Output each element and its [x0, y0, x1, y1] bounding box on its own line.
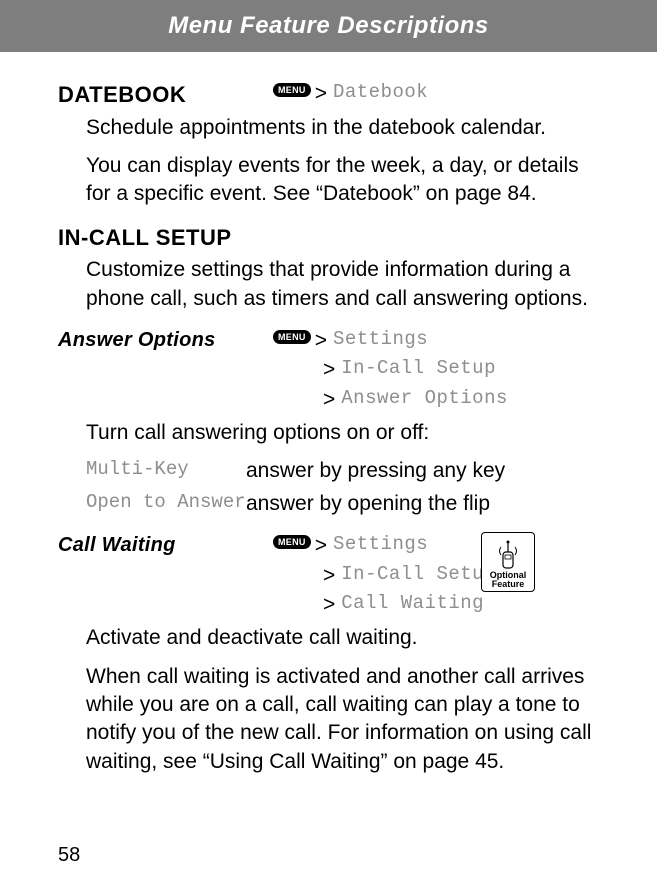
incall-section: In-Call Setup Customize settings that pr… [58, 223, 599, 313]
badge-line2: Feature [492, 580, 525, 589]
answer-option-row: Open to Answer answer by opening the fli… [86, 490, 599, 518]
option-desc: answer by opening the flip [246, 490, 490, 518]
breadcrumb-item: In-Call Setup [341, 562, 496, 588]
breadcrumb-item: In-Call Setup [341, 356, 496, 382]
header-bar: Menu Feature Descriptions [0, 0, 657, 52]
breadcrumb-item: Call Waiting [341, 591, 484, 617]
datebook-breadcrumb: MENU > Datebook [273, 80, 428, 109]
answer-section: Answer Options MENU > Settings > In-Call… [58, 327, 599, 518]
optional-feature-badge: Optional Feature [481, 532, 535, 592]
datebook-head: Datebook MENU > Datebook [58, 80, 599, 110]
answer-head: Answer Options MENU > Settings > In-Call… [58, 327, 599, 415]
breadcrumb-item: Settings [333, 327, 428, 353]
answer-option-row: Multi-Key answer by pressing any key [86, 457, 599, 485]
callwaiting-breadcrumb: MENU > Settings > In-Call Setup > Call W… [273, 532, 496, 620]
incall-p1: Customize settings that provide informat… [86, 256, 599, 313]
breadcrumb-sep: > [315, 532, 327, 560]
datebook-section: Datebook MENU > Datebook Schedule appoin… [58, 80, 599, 209]
datebook-p2: You can display events for the week, a d… [86, 152, 599, 209]
breadcrumb-sep: > [323, 356, 335, 384]
option-label: Open to Answer [86, 490, 246, 518]
datebook-heading: Datebook [58, 80, 273, 110]
answer-intro: Turn call answering options on or off: [86, 419, 599, 447]
menu-key-icon: MENU [273, 330, 311, 344]
menu-key-icon: MENU [273, 535, 311, 549]
phone-antenna-icon [494, 540, 522, 570]
option-label: Multi-Key [86, 457, 246, 485]
callwaiting-heading: Call Waiting [58, 532, 273, 559]
incall-head: In-Call Setup [58, 223, 599, 253]
answer-breadcrumb: MENU > Settings > In-Call Setup > Answer… [273, 327, 508, 415]
page-content: Datebook MENU > Datebook Schedule appoin… [0, 52, 657, 776]
incall-heading: In-Call Setup [58, 223, 599, 253]
breadcrumb-item: Datebook [333, 80, 428, 106]
breadcrumb-sep: > [323, 562, 335, 590]
callwaiting-p1: Activate and deactivate call waiting. [86, 624, 599, 652]
header-title: Menu Feature Descriptions [168, 12, 489, 39]
breadcrumb-sep: > [315, 80, 327, 108]
datebook-p1: Schedule appointments in the datebook ca… [86, 114, 599, 142]
breadcrumb-sep: > [323, 591, 335, 619]
callwaiting-section: Optional Feature Call Waiting MENU > Set… [58, 532, 599, 776]
page-number: 58 [58, 844, 80, 867]
callwaiting-p2: When call waiting is activated and anoth… [86, 663, 599, 776]
breadcrumb-sep: > [315, 327, 327, 355]
answer-heading: Answer Options [58, 327, 273, 354]
breadcrumb-sep: > [323, 386, 335, 414]
menu-key-icon: MENU [273, 83, 311, 97]
breadcrumb-item: Settings [333, 532, 428, 558]
option-desc: answer by pressing any key [246, 457, 505, 485]
breadcrumb-item: Answer Options [341, 386, 508, 412]
